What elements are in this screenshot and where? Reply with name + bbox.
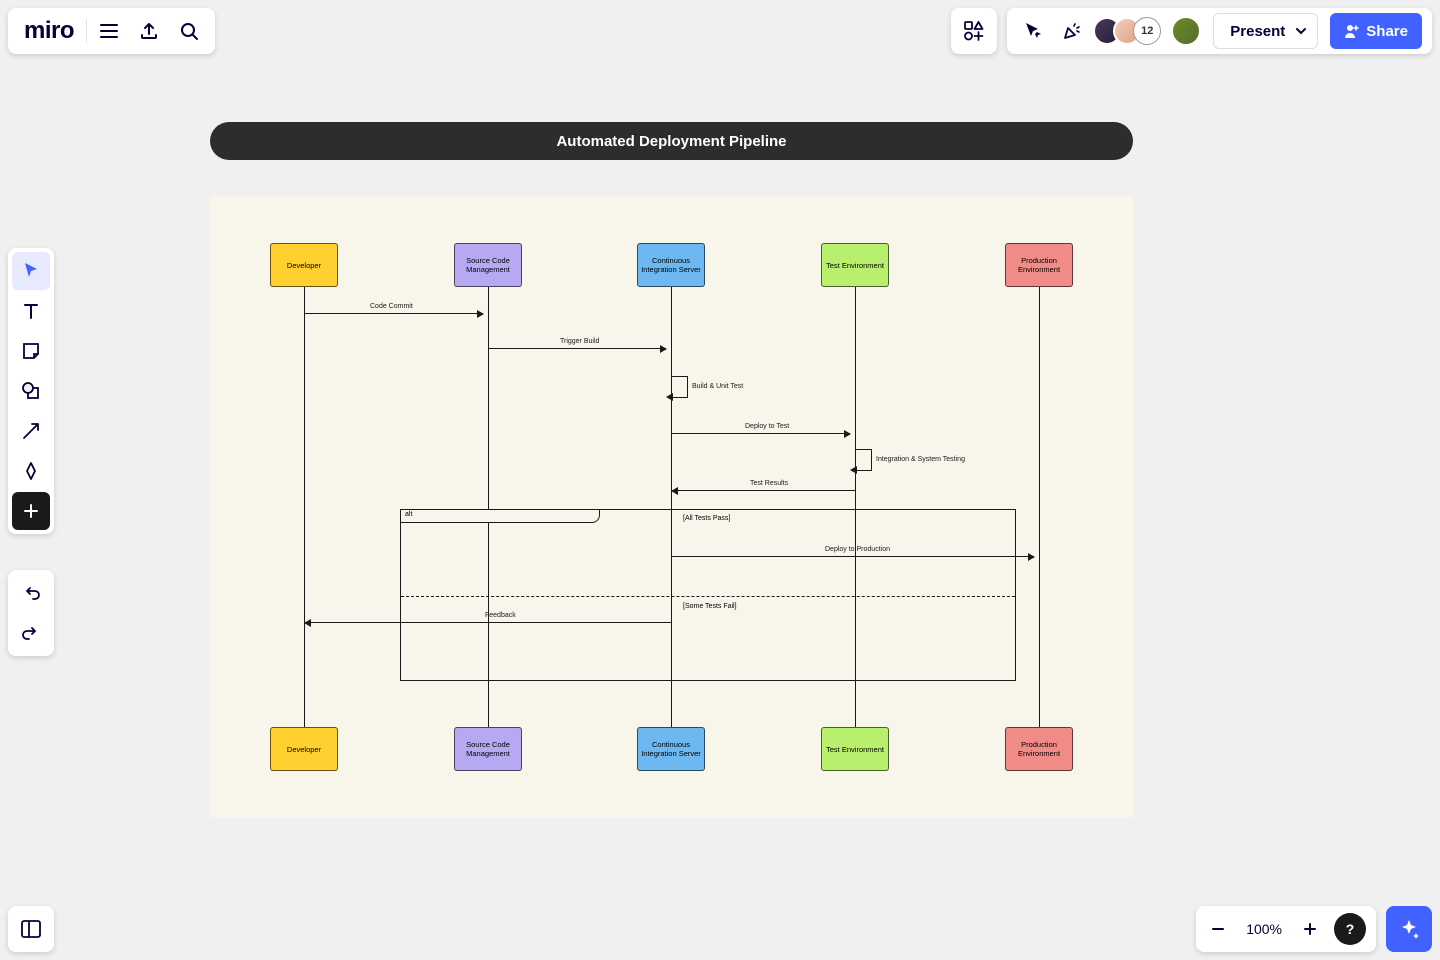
msg-deploy-test[interactable] — [672, 433, 850, 434]
bottom-right-cluster: 100% ? — [1196, 906, 1432, 952]
msg-feedback[interactable] — [305, 622, 671, 623]
undo-button[interactable] — [12, 574, 50, 612]
msg-int-sys-self[interactable] — [856, 449, 872, 471]
current-user-avatar[interactable] — [1171, 16, 1201, 46]
undo-icon — [21, 583, 41, 603]
diagram-title[interactable]: Automated Deployment Pipeline — [210, 122, 1133, 160]
actor-developer-bottom[interactable]: Developer — [270, 727, 338, 771]
msg-deploy-prod[interactable] — [672, 556, 1034, 557]
cursor-bolt-icon — [1023, 21, 1043, 41]
ai-assist-button[interactable] — [1386, 906, 1432, 952]
shapes-icon — [21, 381, 41, 401]
msg-trigger-build-label: Trigger Build — [560, 338, 599, 345]
sticky-note-tool[interactable] — [12, 332, 50, 370]
shapes-tool[interactable] — [12, 372, 50, 410]
msg-code-commit[interactable] — [304, 313, 483, 314]
reactions-button[interactable] — [1055, 15, 1087, 47]
panel-icon — [20, 918, 42, 940]
top-right-cluster: 12 Present Share — [951, 8, 1432, 54]
actor-ci[interactable]: Continuous Integration Server — [637, 243, 705, 287]
alt-cond-fail: [Some Tests Fail] — [683, 603, 737, 610]
redo-button[interactable] — [12, 614, 50, 652]
pen-tool[interactable] — [12, 452, 50, 490]
pen-icon — [21, 461, 41, 481]
arrow-icon — [21, 421, 41, 441]
actor-scm[interactable]: Source Code Management — [454, 243, 522, 287]
miro-logo[interactable]: miro — [14, 17, 84, 45]
alt-frame-label: alt — [400, 509, 600, 523]
plus-icon — [23, 503, 39, 519]
left-toolbar — [8, 248, 54, 534]
msg-test-results[interactable] — [672, 490, 855, 491]
collaboration-bar: 12 Present Share — [1007, 8, 1432, 54]
actor-ci-bottom[interactable]: Continuous Integration Server — [637, 727, 705, 771]
line-tool[interactable] — [12, 412, 50, 450]
msg-build-label: Build & Unit Test — [692, 383, 743, 390]
plus-icon — [1302, 921, 1318, 937]
sticky-icon — [21, 341, 41, 361]
msg-feedback-label: Feedback — [485, 612, 516, 619]
alt-cond-pass: [All Tests Pass] — [683, 515, 730, 522]
msg-deploy-test-label: Deploy to Test — [745, 423, 789, 430]
left-toolbar-history — [8, 570, 54, 656]
zoom-out-button[interactable] — [1202, 913, 1234, 945]
lifeline — [1039, 287, 1040, 727]
msg-test-results-label: Test Results — [750, 480, 788, 487]
apps-icon — [963, 20, 985, 42]
share-button[interactable]: Share — [1330, 13, 1422, 49]
divider — [86, 19, 87, 43]
search-icon — [179, 21, 199, 41]
frames-panel-button[interactable] — [8, 906, 54, 952]
msg-trigger-build[interactable] — [488, 348, 666, 349]
msg-build-self[interactable] — [672, 376, 688, 398]
redo-icon — [21, 623, 41, 643]
zoom-in-button[interactable] — [1294, 913, 1326, 945]
cursor-mode-button[interactable] — [1017, 15, 1049, 47]
party-icon — [1061, 21, 1081, 41]
chevron-down-icon — [1295, 25, 1307, 37]
export-button[interactable] — [129, 11, 169, 51]
present-button[interactable]: Present — [1213, 13, 1318, 49]
msg-deploy-prod-label: Deploy to Production — [825, 546, 890, 553]
person-plus-icon — [1344, 23, 1360, 39]
sequence-diagram[interactable]: Developer Source Code Management Continu… — [210, 196, 1133, 818]
actor-test-bottom[interactable]: Test Environment — [821, 727, 889, 771]
msg-code-commit-label: Code Commit — [370, 303, 413, 310]
zoom-controls: 100% ? — [1196, 906, 1376, 952]
share-label: Share — [1366, 23, 1408, 40]
minus-icon — [1210, 921, 1226, 937]
msg-int-sys-label: Integration & System Testing — [876, 456, 965, 463]
help-button[interactable]: ? — [1334, 913, 1366, 945]
main-menu-button[interactable] — [89, 11, 129, 51]
actor-developer[interactable]: Developer — [270, 243, 338, 287]
avatar-overflow-count: 12 — [1133, 17, 1161, 45]
cursor-icon — [21, 261, 41, 281]
zoom-level[interactable]: 100% — [1238, 921, 1290, 937]
hamburger-icon — [99, 21, 119, 41]
top-left-toolbar: miro — [8, 8, 215, 54]
actor-test[interactable]: Test Environment — [821, 243, 889, 287]
avatar-stack[interactable]: 12 — [1093, 17, 1161, 45]
present-label: Present — [1230, 23, 1285, 40]
sparkle-icon — [1398, 918, 1420, 940]
apps-button[interactable] — [951, 8, 997, 54]
actor-prod-bottom[interactable]: Production Environment — [1005, 727, 1073, 771]
select-tool[interactable] — [12, 252, 50, 290]
actor-scm-bottom[interactable]: Source Code Management — [454, 727, 522, 771]
actor-prod[interactable]: Production Environment — [1005, 243, 1073, 287]
search-button[interactable] — [169, 11, 209, 51]
text-tool[interactable] — [12, 292, 50, 330]
lifeline — [304, 287, 305, 727]
upload-icon — [139, 21, 159, 41]
alt-frame[interactable]: alt [All Tests Pass] [Some Tests Fail] — [400, 509, 1016, 681]
alt-divider — [401, 596, 1015, 597]
more-tools[interactable] — [12, 492, 50, 530]
text-icon — [21, 301, 41, 321]
